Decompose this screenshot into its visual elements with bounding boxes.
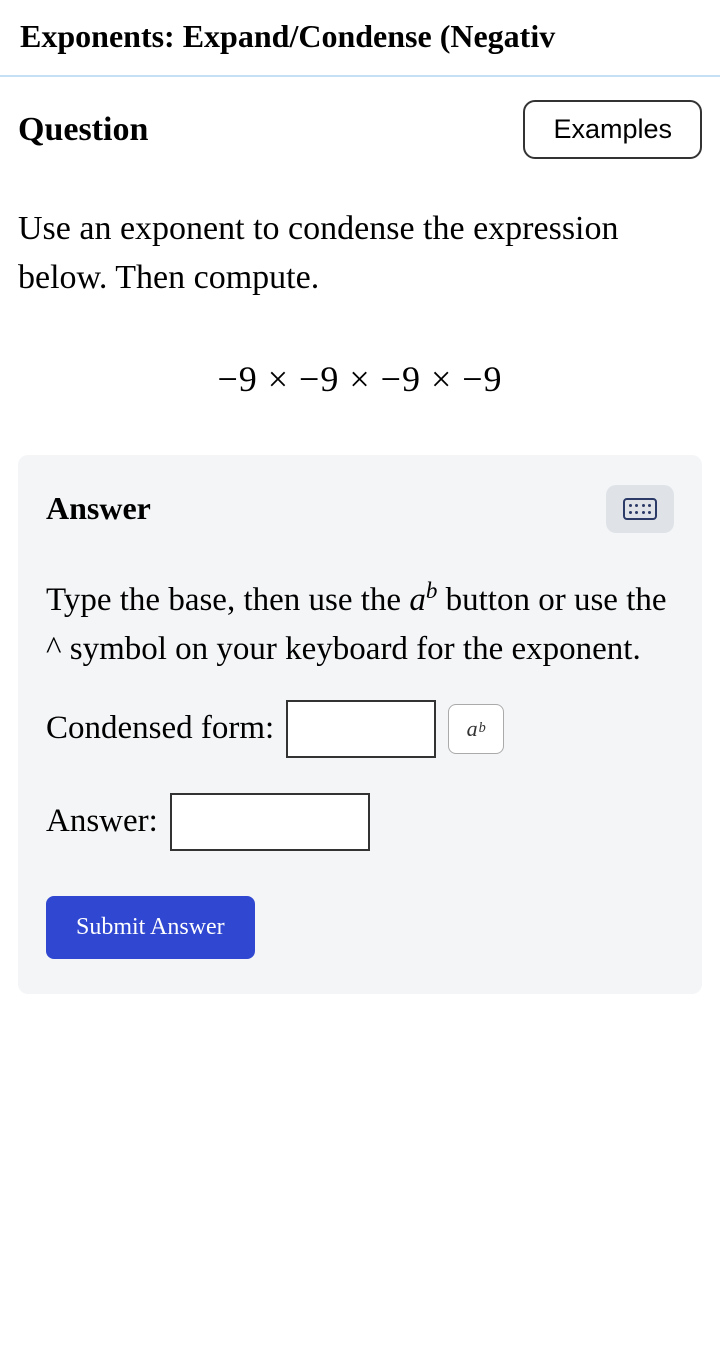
- answer-label: Answer:: [46, 803, 158, 840]
- submit-answer-button[interactable]: Submit Answer: [46, 896, 255, 959]
- instruction-text: Use an exponent to condense the expressi…: [18, 204, 702, 303]
- condensed-form-row: Condensed form: ab: [46, 700, 674, 758]
- condensed-form-input[interactable]: [286, 700, 436, 758]
- condensed-form-label: Condensed form:: [46, 710, 274, 747]
- math-expression: −9 × −9 × −9 × −9: [18, 358, 702, 400]
- answer-header: Answer: [46, 485, 674, 533]
- exponent-button[interactable]: ab: [448, 704, 504, 754]
- examples-button[interactable]: Examples: [523, 100, 702, 159]
- answer-input[interactable]: [170, 793, 370, 851]
- answer-heading: Answer: [46, 490, 151, 527]
- answer-panel: Answer Type the base, then use the ab bu…: [18, 455, 702, 994]
- keypad-button[interactable]: [606, 485, 674, 533]
- keypad-icon: [623, 498, 657, 520]
- exponent-symbol-base: a: [409, 582, 426, 618]
- answer-row: Answer:: [46, 793, 674, 851]
- question-heading: Question: [18, 111, 148, 149]
- question-header: Question Examples: [18, 95, 702, 164]
- page-title: Exponents: Expand/Condense (Negativ: [0, 0, 720, 75]
- exponent-button-base: a: [467, 716, 478, 742]
- exponent-symbol-exp: b: [426, 577, 438, 603]
- exponent-button-exp: b: [479, 720, 486, 737]
- answer-instruction: Type the base, then use the ab button or…: [46, 573, 674, 675]
- main-container: Question Examples Use an exponent to con…: [0, 75, 720, 1012]
- answer-instruction-part1: Type the base, then use the: [46, 582, 409, 618]
